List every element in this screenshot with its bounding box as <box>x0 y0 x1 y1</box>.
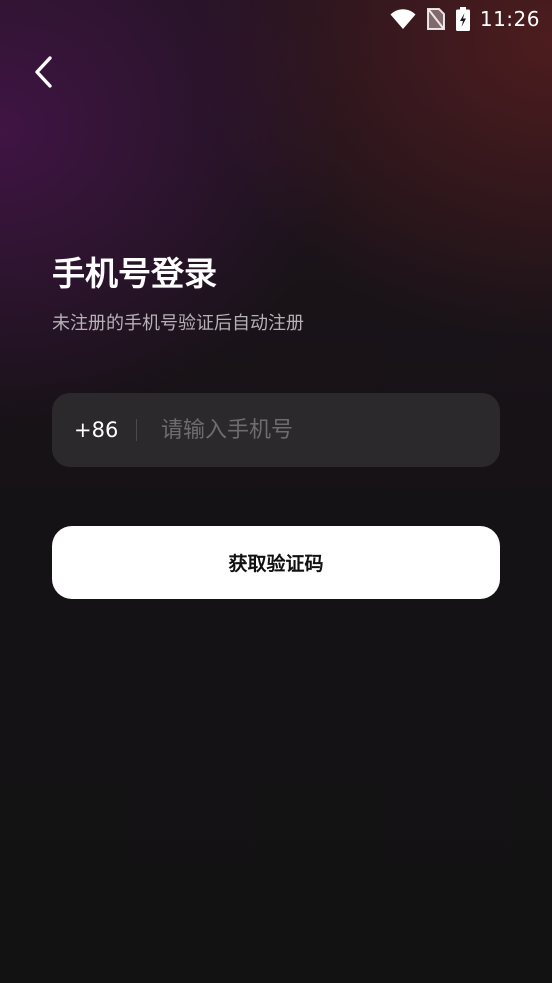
phone-field[interactable]: +86 <box>52 392 500 468</box>
country-code[interactable]: +86 <box>74 418 118 442</box>
battery-charging-icon <box>455 7 470 31</box>
status-icons: 11:26 <box>390 6 540 32</box>
back-button[interactable] <box>22 52 66 96</box>
page-subtitle: 未注册的手机号验证后自动注册 <box>52 313 304 334</box>
phone-input[interactable] <box>159 392 500 468</box>
chevron-left-icon <box>33 55 55 93</box>
field-divider <box>136 419 137 441</box>
status-bar: 11:26 <box>0 0 552 38</box>
page-title: 手机号登录 <box>52 254 217 293</box>
background-gradient <box>0 0 552 983</box>
no-sim-icon <box>426 8 446 30</box>
wifi-icon <box>390 8 416 30</box>
get-code-button[interactable]: 获取验证码 <box>52 526 500 599</box>
status-time: 11:26 <box>479 7 540 31</box>
